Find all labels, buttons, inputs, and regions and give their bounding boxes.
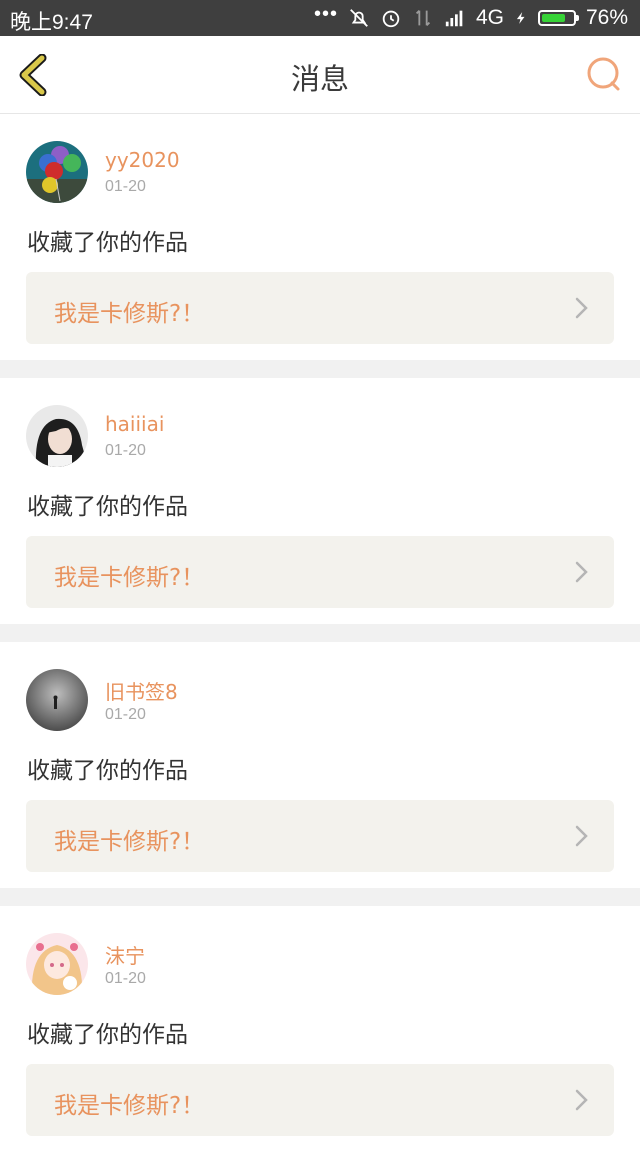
battery-percent: 76% (585, 6, 628, 29)
notification-item: yy2020 01-20 收藏了你的作品 我是卡修斯?！ (0, 114, 640, 360)
chevron-right-icon (575, 297, 588, 319)
mute-bell-icon (350, 9, 368, 27)
avatar[interactable] (26, 933, 88, 995)
status-time: 晚上9:47 (10, 11, 93, 34)
notification-item: 旧书签8 01-20 收藏了你的作品 我是卡修斯?！ (0, 642, 640, 888)
notification-item: 沫宁 01-20 收藏了你的作品 我是卡修斯?！ (0, 906, 640, 1152)
divider (0, 360, 640, 378)
avatar-image-portrait (26, 405, 88, 467)
avatar-image-foggy-figure (26, 669, 88, 731)
timestamp: 01-20 (105, 706, 146, 723)
work-title: 我是卡修斯?！ (54, 1093, 205, 1119)
work-link[interactable]: 我是卡修斯?！ (26, 536, 614, 608)
chevron-right-icon (575, 1089, 588, 1111)
status-icons: ••• 4G 76% (313, 2, 628, 30)
avatar[interactable] (26, 669, 88, 731)
divider (0, 624, 640, 642)
username[interactable]: yy2020 (105, 148, 180, 172)
action-text: 收藏了你的作品 (27, 758, 188, 784)
notification-item: haiiiai 01-20 收藏了你的作品 我是卡修斯?！ (0, 378, 640, 624)
status-bar: 晚上9:47 ••• 4G 76% (0, 0, 640, 36)
timestamp: 01-20 (105, 970, 146, 987)
timestamp: 01-20 (105, 442, 146, 459)
app-header: 消息 (0, 36, 640, 114)
avatar[interactable] (26, 141, 88, 203)
battery-fill (541, 14, 565, 22)
username[interactable]: haiiiai (105, 412, 164, 436)
avatar[interactable] (26, 405, 88, 467)
action-text: 收藏了你的作品 (27, 1022, 188, 1048)
page-title: 消息 (290, 62, 349, 96)
more-notifications-icon: ••• (313, 2, 338, 25)
work-title: 我是卡修斯?！ (54, 301, 205, 327)
work-title: 我是卡修斯?！ (54, 565, 205, 591)
action-text: 收藏了你的作品 (27, 494, 188, 520)
work-title: 我是卡修斯?！ (54, 829, 205, 855)
work-link[interactable]: 我是卡修斯?！ (26, 272, 614, 344)
chevron-right-icon (575, 825, 588, 847)
alarm-icon (382, 10, 400, 28)
battery-icon (537, 10, 579, 26)
divider (0, 888, 640, 906)
timestamp: 01-20 (105, 178, 146, 195)
work-link[interactable]: 我是卡修斯?！ (26, 1064, 614, 1136)
avatar-image-balloons (26, 141, 88, 203)
username[interactable]: 沫宁 (105, 940, 145, 969)
username[interactable]: 旧书签8 (105, 676, 178, 705)
chevron-right-icon (575, 561, 588, 583)
action-text: 收藏了你的作品 (27, 230, 188, 256)
avatar-image-anime-girl (26, 933, 88, 995)
work-link[interactable]: 我是卡修斯?！ (26, 800, 614, 872)
search-icon[interactable] (584, 54, 624, 94)
notification-list: yy2020 01-20 收藏了你的作品 我是卡修斯?！ haiiiai 01-… (0, 114, 640, 1152)
charging-icon (516, 12, 525, 24)
signal-icon (445, 10, 463, 27)
data-transfer-icon (415, 10, 431, 26)
network-type: 4G (475, 6, 504, 29)
